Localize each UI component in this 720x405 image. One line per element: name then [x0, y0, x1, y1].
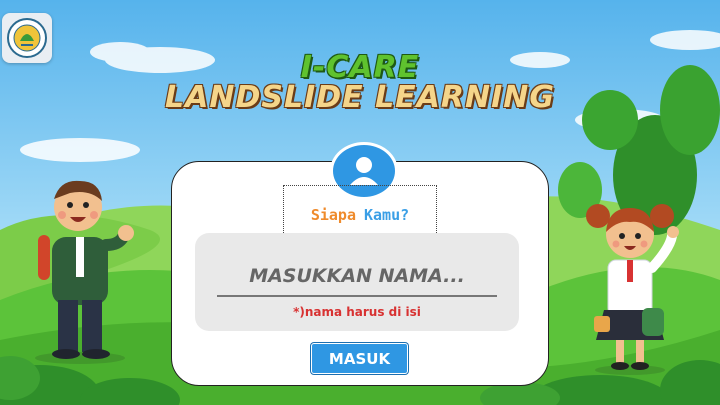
- who-are-you-part1: Siapa: [310, 206, 356, 224]
- girl-character-illustration: [586, 204, 679, 375]
- required-name-note: *)nama harus di isi: [293, 305, 421, 319]
- app-title-line2: LANDSLIDE LEARNING: [165, 80, 555, 115]
- boy-character-illustration: [35, 180, 134, 364]
- submit-button[interactable]: MASUK: [311, 343, 408, 374]
- name-input[interactable]: [217, 257, 497, 297]
- who-are-you-part2: Kamu?: [364, 206, 410, 224]
